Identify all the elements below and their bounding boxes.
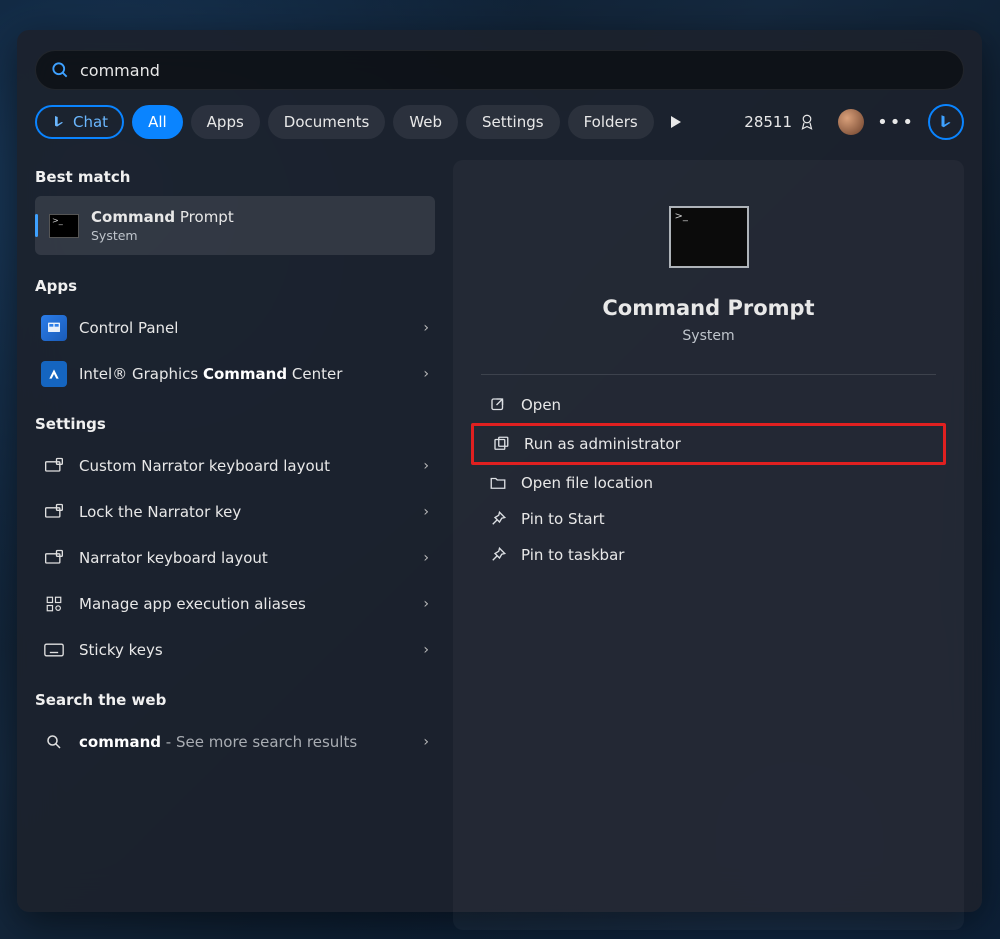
search-icon bbox=[50, 60, 70, 80]
results-column: Best match Command Prompt System Apps Co… bbox=[35, 160, 435, 930]
web-search-command[interactable]: command - See more search results › bbox=[35, 719, 435, 765]
rewards-points[interactable]: 28511 bbox=[744, 113, 816, 131]
chevron-right-icon: › bbox=[423, 504, 429, 520]
command-prompt-icon bbox=[49, 214, 79, 238]
item-label: Lock the Narrator key bbox=[79, 503, 411, 521]
setting-app-aliases[interactable]: Manage app execution aliases › bbox=[35, 581, 435, 627]
setting-narrator-custom-layout[interactable]: Custom Narrator keyboard layout › bbox=[35, 443, 435, 489]
item-label: command - See more search results bbox=[79, 733, 411, 751]
keyboard-icon bbox=[41, 637, 67, 663]
best-match-title: Command Prompt bbox=[91, 208, 234, 226]
item-label: Custom Narrator keyboard layout bbox=[79, 457, 411, 475]
best-match-subtitle: System bbox=[91, 228, 234, 243]
action-pin-start[interactable]: Pin to Start bbox=[471, 501, 946, 537]
section-settings: Settings bbox=[35, 415, 435, 433]
section-apps: Apps bbox=[35, 277, 435, 295]
control-panel-icon bbox=[41, 315, 67, 341]
chevron-right-icon: › bbox=[423, 458, 429, 474]
triangle-right-icon bbox=[671, 116, 681, 128]
chevron-right-icon: › bbox=[423, 320, 429, 336]
setting-narrator-layout[interactable]: Narrator keyboard layout › bbox=[35, 535, 435, 581]
item-label: Manage app execution aliases bbox=[79, 595, 411, 613]
filter-row: Chat All Apps Documents Web Settings Fol… bbox=[35, 104, 964, 140]
user-avatar[interactable] bbox=[838, 109, 864, 135]
apps-grid-icon bbox=[41, 591, 67, 617]
chevron-right-icon: › bbox=[423, 642, 429, 658]
preview-app-icon bbox=[669, 206, 749, 268]
item-label: Sticky keys bbox=[79, 641, 411, 659]
divider bbox=[481, 374, 936, 375]
pin-icon bbox=[489, 510, 507, 528]
chevron-right-icon: › bbox=[423, 366, 429, 382]
action-pin-taskbar[interactable]: Pin to taskbar bbox=[471, 537, 946, 573]
chevron-right-icon: › bbox=[423, 550, 429, 566]
pin-icon bbox=[489, 546, 507, 564]
folder-icon bbox=[489, 474, 507, 492]
preview-pane: Command Prompt System Open Run as admini… bbox=[453, 160, 964, 930]
best-match-item[interactable]: Command Prompt System bbox=[35, 196, 435, 255]
action-open[interactable]: Open bbox=[471, 387, 946, 423]
item-label: Intel® Graphics Command Center bbox=[79, 365, 411, 383]
intel-icon bbox=[41, 361, 67, 387]
filter-more-arrow[interactable] bbox=[662, 105, 690, 139]
bing-icon bbox=[51, 114, 67, 130]
action-open-location[interactable]: Open file location bbox=[471, 465, 946, 501]
setting-sticky-keys[interactable]: Sticky keys › bbox=[35, 627, 435, 673]
filter-folders[interactable]: Folders bbox=[568, 105, 654, 139]
open-icon bbox=[489, 396, 507, 414]
filter-apps[interactable]: Apps bbox=[191, 105, 260, 139]
start-search-panel: Chat All Apps Documents Web Settings Fol… bbox=[17, 30, 982, 912]
keyboard-icon bbox=[41, 545, 67, 571]
section-search-web: Search the web bbox=[35, 691, 435, 709]
search-icon bbox=[41, 729, 67, 755]
app-intel-graphics[interactable]: Intel® Graphics Command Center › bbox=[35, 351, 435, 397]
item-label: Narrator keyboard layout bbox=[79, 549, 411, 567]
section-best-match: Best match bbox=[35, 168, 435, 186]
filter-documents[interactable]: Documents bbox=[268, 105, 386, 139]
setting-lock-narrator[interactable]: Lock the Narrator key › bbox=[35, 489, 435, 535]
filter-settings[interactable]: Settings bbox=[466, 105, 560, 139]
preview-subtitle: System bbox=[471, 328, 946, 344]
rewards-icon bbox=[798, 113, 816, 131]
bing-chat-icon bbox=[937, 113, 955, 131]
keyboard-icon bbox=[41, 453, 67, 479]
bing-chat-button[interactable] bbox=[928, 104, 964, 140]
keyboard-icon bbox=[41, 499, 67, 525]
chevron-right-icon: › bbox=[423, 734, 429, 750]
search-input[interactable] bbox=[80, 61, 949, 80]
app-control-panel[interactable]: Control Panel › bbox=[35, 305, 435, 351]
shield-admin-icon bbox=[492, 435, 510, 453]
highlighted-action: Run as administrator bbox=[471, 423, 946, 465]
chevron-right-icon: › bbox=[423, 596, 429, 612]
filter-web[interactable]: Web bbox=[393, 105, 458, 139]
search-bar[interactable] bbox=[35, 50, 964, 90]
preview-title: Command Prompt bbox=[471, 296, 946, 320]
item-label: Control Panel bbox=[79, 319, 411, 337]
filter-all[interactable]: All bbox=[132, 105, 183, 139]
action-run-admin[interactable]: Run as administrator bbox=[474, 426, 943, 462]
more-menu[interactable]: ••• bbox=[878, 105, 914, 139]
filter-chat[interactable]: Chat bbox=[35, 105, 124, 139]
